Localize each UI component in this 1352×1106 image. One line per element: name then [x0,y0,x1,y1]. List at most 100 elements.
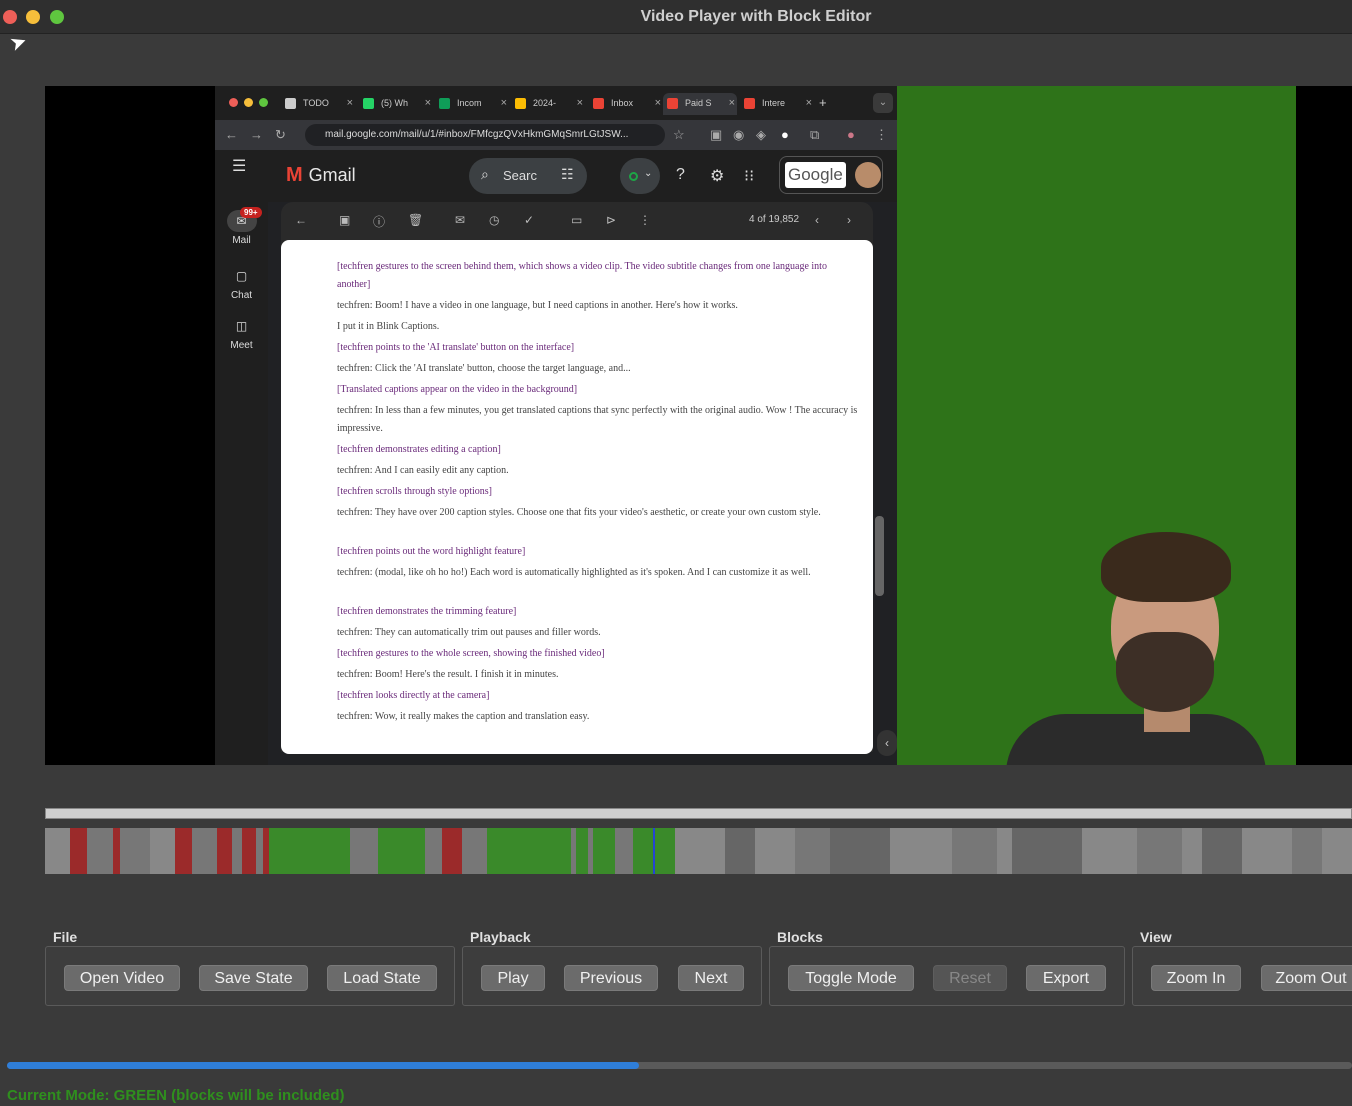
browser-tab[interactable]: (5) Wh × [359,93,433,115]
save-state-button[interactable]: Save State [199,965,308,991]
timeline-block-light[interactable] [45,828,70,874]
timeline-block-gray[interactable] [1292,828,1322,874]
timeline-block-darkgray[interactable] [1012,828,1082,874]
block-timeline[interactable] [45,828,1352,874]
browser-tab[interactable]: 2024- × [511,93,585,115]
export-button[interactable]: Export [1026,965,1106,991]
video-frame[interactable]: TODO × (5) Wh × Incom × 2024- × Inbox × Paid S × Int… [45,86,1352,765]
timeline-block-gray[interactable] [1137,828,1182,874]
previous-button[interactable]: Previous [564,965,658,991]
sidebar-item-mail[interactable]: ✉ 99+ Mail [215,207,268,246]
settings-gear-icon[interactable]: ⚙ [710,166,724,186]
label-icon[interactable]: ⊳ [606,213,616,227]
timeline-block-red[interactable] [175,828,192,874]
timeline-block-red[interactable] [217,828,232,874]
timeline-playhead[interactable] [653,828,655,874]
timeline-block-light[interactable] [997,828,1012,874]
timeline-block-light[interactable] [1242,828,1292,874]
back-icon[interactable]: ← [225,127,238,142]
next-email-icon[interactable]: › [847,213,851,227]
tab-close-icon[interactable]: × [655,97,661,109]
timeline-block-red[interactable] [70,828,87,874]
timeline-block-green[interactable] [378,828,425,874]
next-button[interactable]: Next [678,965,744,991]
timeline-block-gray[interactable] [87,828,113,874]
more-options-icon[interactable]: ⋮ [639,213,651,227]
mail-search-input[interactable]: ⌕ Searc ☷ [469,158,587,194]
previous-email-icon[interactable]: ‹ [815,213,819,227]
timeline-block-gray[interactable] [192,828,217,874]
timeline-block-red[interactable] [242,828,256,874]
profile-icon[interactable]: ● [847,127,855,142]
timeline-block-darkgray[interactable] [1202,828,1242,874]
timeline-block-green[interactable] [487,828,501,874]
tab-close-icon[interactable]: × [347,97,353,109]
puzzle-icon[interactable]: ⧉ [810,127,819,143]
browser-tab[interactable]: Intere × [740,93,814,115]
timeline-block-light[interactable] [755,828,795,874]
add-task-icon[interactable]: ✓ [524,213,534,227]
timeline-block-gray[interactable] [795,828,830,874]
play-button[interactable]: Play [481,965,545,991]
tab-close-icon[interactable]: × [577,97,583,109]
timeline-block-darkgray[interactable] [830,828,890,874]
timeline-block-gray[interactable] [952,828,997,874]
browser-tab[interactable]: Incom × [435,93,509,115]
report-spam-icon[interactable]: ⓘ [373,213,385,230]
delete-icon[interactable]: 🗑 [408,213,423,227]
timeline-block-gray[interactable] [462,828,487,874]
timeline-block-red[interactable] [442,828,462,874]
email-scrollbar[interactable] [875,516,884,596]
tab-close-icon[interactable]: × [425,97,431,109]
timeline-block-light[interactable] [675,828,725,874]
timeline-block-red[interactable] [113,828,120,874]
bookmark-star-icon[interactable]: ☆ [673,127,685,143]
tab-close-icon[interactable]: × [729,97,735,109]
timeline-block-darkgray[interactable] [725,828,755,874]
browser-tab[interactable]: Paid S × [663,93,737,115]
snooze-icon[interactable]: ◷ [489,213,499,227]
apps-grid-icon[interactable]: ⁝⁝ [744,166,754,186]
timeline-block-green[interactable] [593,828,615,874]
tab-close-icon[interactable]: × [501,97,507,109]
zoom-out-button[interactable]: Zoom Out [1261,965,1352,991]
browser-tab[interactable]: TODO × [281,93,355,115]
timeline-block-gray[interactable] [615,828,633,874]
toggle-mode-button[interactable]: Toggle Mode [788,965,914,991]
side-panel-toggle-icon[interactable]: ‹ [877,730,897,756]
browser-menu-icon[interactable]: ⋮ [875,127,888,143]
video-seek-bar[interactable] [45,808,1352,819]
gmail-logo[interactable]: M Gmail [286,164,356,187]
browser-tab[interactable]: Inbox × [589,93,663,115]
load-state-button[interactable]: Load State [327,965,437,991]
new-tab-icon[interactable]: + [819,95,827,110]
timeline-block-gray[interactable] [120,828,150,874]
timeline-block-light[interactable] [1182,828,1202,874]
forward-icon[interactable]: → [250,127,263,142]
reload-icon[interactable]: ↻ [275,127,286,143]
google-account-button[interactable]: Google [779,156,883,194]
archive-icon[interactable]: ▣ [339,213,350,227]
hamburger-menu-icon[interactable]: ☰ [232,156,246,176]
tab-search-icon[interactable]: ⌄ [873,93,893,113]
timeline-block-green[interactable] [501,828,571,874]
zoom-in-button[interactable]: Zoom In [1151,965,1241,991]
timeline-block-gray[interactable] [350,828,378,874]
timeline-block-gray[interactable] [232,828,242,874]
search-options-icon[interactable]: ☷ [561,166,574,183]
timeline-block-green[interactable] [576,828,588,874]
sidebar-item-chat[interactable]: ▢ Chat [215,265,268,301]
fox-extension-icon[interactable]: ◈ [756,127,766,143]
mark-unread-icon[interactable]: ✉ [455,213,465,227]
url-field[interactable]: mail.google.com/mail/u/1/#inbox/FMfcgzQV… [305,124,665,146]
incognito-icon[interactable]: ● [781,127,789,142]
sidebar-item-meet[interactable]: ◫ Meet [215,315,268,351]
timeline-block-light[interactable] [1082,828,1137,874]
timeline-block-light[interactable] [890,828,952,874]
camera-extension-icon[interactable]: ◉ [733,127,744,143]
tab-close-icon[interactable]: × [806,97,812,109]
timeline-block-light[interactable] [1322,828,1352,874]
help-icon[interactable]: ? [676,166,685,184]
move-to-icon[interactable]: ▭ [571,213,582,227]
back-to-inbox-icon[interactable]: ← [295,213,307,227]
